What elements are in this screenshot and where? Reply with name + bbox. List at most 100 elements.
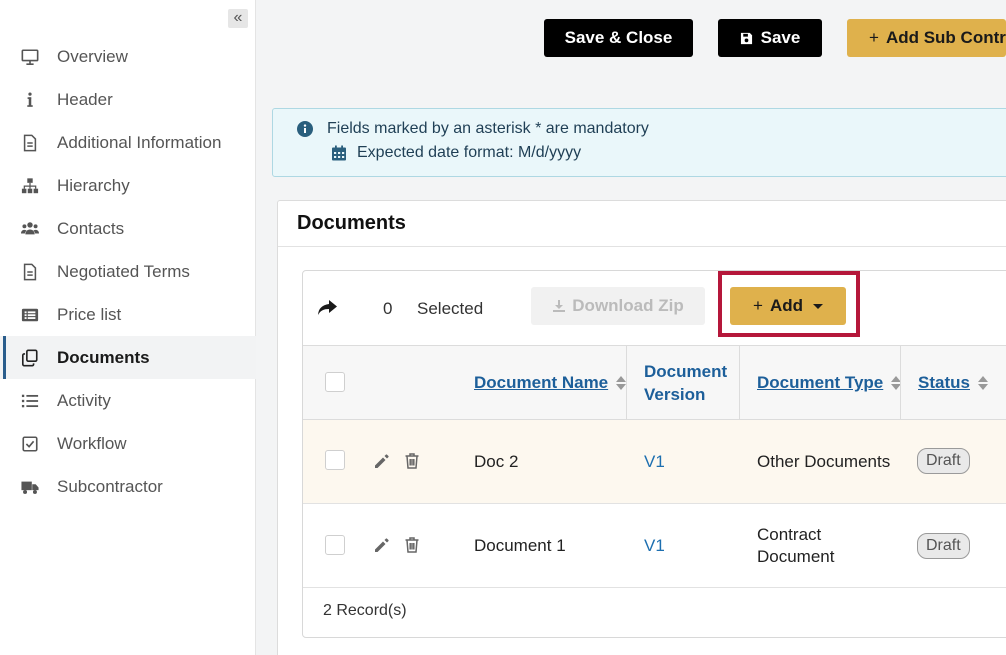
add-sub-contract-label: Add Sub Contra xyxy=(885,28,1006,47)
column-header-document-type[interactable]: Document Type xyxy=(757,346,902,420)
info-icon xyxy=(20,90,40,110)
sidebar-nav: Overview Header Additional Information H… xyxy=(0,35,256,508)
edit-pencil-icon[interactable] xyxy=(373,452,391,470)
sidebar-item-overview[interactable]: Overview xyxy=(0,35,256,78)
save-and-close-button[interactable]: Save & Close xyxy=(544,19,693,57)
column-header-status[interactable]: Status xyxy=(918,346,988,420)
plus-icon: + xyxy=(869,28,879,47)
delete-trash-icon[interactable] xyxy=(403,536,421,554)
sidebar-item-negotiated-terms[interactable]: Negotiated Terms xyxy=(0,250,256,293)
column-header-document-version: Document Version xyxy=(644,346,732,420)
table-footer: 2 Record(s) xyxy=(303,588,1006,636)
column-header-label: Status xyxy=(918,373,970,392)
documents-grid: 0 Selected Download Zip + Add Document N… xyxy=(302,270,1006,638)
document-name-cell: Doc 2 xyxy=(474,452,519,471)
info-banner: Fields marked by an asterisk * are manda… xyxy=(272,108,1006,177)
sort-icon xyxy=(616,376,627,390)
row-checkbox[interactable] xyxy=(325,450,345,470)
save-and-close-label: Save & Close xyxy=(564,28,673,47)
sidebar-item-documents[interactable]: Documents xyxy=(0,336,256,379)
sidebar-item-activity[interactable]: Activity xyxy=(0,379,256,422)
add-sub-contract-button[interactable]: + Add Sub Contra xyxy=(847,19,1006,57)
column-separator xyxy=(739,346,740,420)
sidebar-item-hierarchy[interactable]: Hierarchy xyxy=(0,164,256,207)
selection-toolbar: 0 Selected Download Zip + Add xyxy=(303,271,1006,345)
record-count: 2 Record(s) xyxy=(323,602,407,619)
status-badge: Draft xyxy=(917,448,970,474)
calendar-icon xyxy=(331,145,347,161)
sidebar-item-label: Workflow xyxy=(57,433,127,453)
caret-down-icon xyxy=(812,303,823,309)
sidebar-item-subcontractor[interactable]: Subcontractor xyxy=(0,465,256,508)
sidebar-item-label: Subcontractor xyxy=(57,476,163,496)
column-header-label: Document Name xyxy=(474,373,609,392)
info-circle-icon xyxy=(297,121,313,137)
column-separator xyxy=(900,346,901,420)
document-name-cell: Document 1 xyxy=(474,536,566,555)
select-all-checkbox[interactable] xyxy=(325,372,345,392)
hierarchy-icon xyxy=(20,176,40,196)
sidebar-item-additional-information[interactable]: Additional Information xyxy=(0,121,256,164)
sidebar-item-label: Price list xyxy=(57,304,122,324)
info-line-mandatory: Fields marked by an asterisk * are manda… xyxy=(297,120,649,138)
list-alt-icon xyxy=(20,305,40,325)
edit-pencil-icon[interactable] xyxy=(373,536,391,554)
table-header: Document Name Document Version Document … xyxy=(303,345,1006,420)
info-mandatory-text: Fields marked by an asterisk * are manda… xyxy=(327,120,649,137)
copy-icon xyxy=(20,348,40,368)
column-header-label: Document Version xyxy=(644,362,728,404)
sort-icon xyxy=(977,376,988,390)
document-version-link[interactable]: V1 xyxy=(644,536,665,556)
sidebar-item-header[interactable]: Header xyxy=(0,78,256,121)
info-date-format-text: Expected date format: M/d/yyyy xyxy=(357,144,582,161)
download-zip-button[interactable]: Download Zip xyxy=(531,287,705,325)
row-checkbox[interactable] xyxy=(325,535,345,555)
add-document-label: Add xyxy=(769,296,803,315)
sidebar-item-label: Header xyxy=(57,89,113,109)
column-header-label: Document Type xyxy=(757,373,884,392)
selected-count: 0 xyxy=(383,299,393,318)
column-header-document-name[interactable]: Document Name xyxy=(474,346,627,420)
documents-panel: Documents 0 Selected Download Zip + Add … xyxy=(277,200,1006,655)
save-button[interactable]: Save xyxy=(718,19,822,57)
status-badge: Draft xyxy=(917,533,970,559)
sidebar-item-workflow[interactable]: Workflow xyxy=(0,422,256,465)
sidebar-item-label: Documents xyxy=(57,347,150,367)
list-icon xyxy=(20,391,40,411)
sidebar-item-label: Contacts xyxy=(57,218,125,238)
users-icon xyxy=(20,219,40,239)
table-row: Document 1 V1 Contract Document Draft xyxy=(303,504,1006,588)
document-version-link[interactable]: V1 xyxy=(644,452,665,472)
file-icon xyxy=(20,262,40,282)
check-square-icon xyxy=(20,434,40,454)
selected-label: Selected xyxy=(417,299,484,318)
share-arrow-icon[interactable] xyxy=(317,300,337,316)
save-icon xyxy=(740,32,753,45)
sidebar-item-label: Activity xyxy=(57,390,111,410)
file-icon xyxy=(20,133,40,153)
add-document-button[interactable]: + Add xyxy=(730,287,846,325)
sidebar-item-label: Overview xyxy=(57,46,128,66)
sidebar: « Overview Header Additional Information… xyxy=(0,0,256,655)
table-row: Doc 2 V1 Other Documents Draft xyxy=(303,420,1006,504)
plus-icon: + xyxy=(753,296,763,315)
sidebar-item-contacts[interactable]: Contacts xyxy=(0,207,256,250)
column-separator xyxy=(626,346,627,420)
download-zip-label: Download Zip xyxy=(572,296,684,315)
document-type-cell: Other Documents xyxy=(757,452,891,471)
truck-icon xyxy=(20,477,40,497)
sidebar-item-label: Negotiated Terms xyxy=(57,261,190,281)
sidebar-item-label: Additional Information xyxy=(57,132,222,152)
document-type-cell: Contract Document xyxy=(757,525,835,566)
save-label: Save xyxy=(760,28,801,47)
info-line-date-format: Expected date format: M/d/yyyy xyxy=(331,144,581,162)
documents-table: Document Name Document Version Document … xyxy=(303,345,1006,636)
monitor-icon xyxy=(20,47,40,67)
documents-title: Documents xyxy=(297,212,406,234)
delete-trash-icon[interactable] xyxy=(403,452,421,470)
download-icon xyxy=(552,299,572,313)
collapse-sidebar-button[interactable]: « xyxy=(228,9,248,28)
panel-divider xyxy=(278,246,1006,247)
sidebar-item-price-list[interactable]: Price list xyxy=(0,293,256,336)
sidebar-item-label: Hierarchy xyxy=(57,175,130,195)
